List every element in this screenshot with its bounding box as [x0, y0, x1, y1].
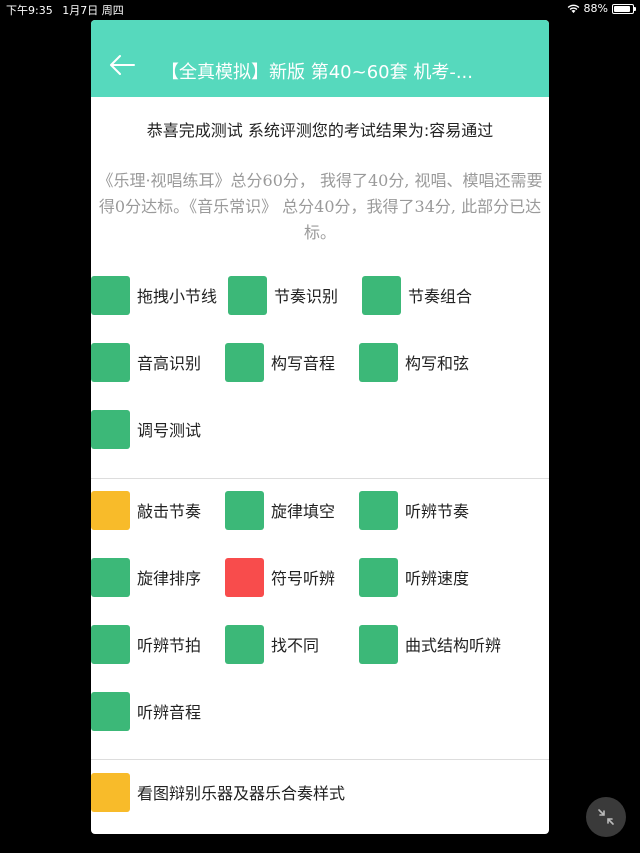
- status-swatch: [91, 691, 130, 731]
- section-divider: [91, 759, 549, 760]
- status-date: 1月7日 周四: [62, 4, 124, 17]
- status-swatch: [225, 624, 264, 664]
- category-label: 构写和弦: [405, 354, 470, 373]
- category-item[interactable]: 构写音程: [225, 342, 335, 382]
- category-label: 调号测试: [137, 421, 202, 440]
- category-item[interactable]: 看图辩别乐器及器乐合奏样式: [91, 772, 345, 812]
- category-item[interactable]: 音高识别: [91, 342, 201, 382]
- battery-percent: 88%: [583, 2, 608, 15]
- collapse-button[interactable]: [586, 797, 626, 837]
- status-swatch: [91, 409, 130, 449]
- page-title: 【全真模拟】新版 第40~60套 机考-...: [161, 62, 473, 83]
- status-swatch: [359, 557, 398, 597]
- category-label: 听辨节奏: [405, 502, 470, 521]
- category-item[interactable]: 旋律填空: [225, 490, 335, 530]
- status-swatch: [225, 557, 264, 597]
- nav-header: 【全真模拟】新版 第40~60套 机考-...: [91, 20, 549, 97]
- status-swatch: [91, 490, 130, 530]
- category-item[interactable]: 敲击节奏: [91, 490, 201, 530]
- category-label: 曲式结构听辨: [405, 636, 502, 655]
- collapse-icon: [598, 809, 614, 825]
- category-item[interactable]: 拖拽小节线: [91, 275, 217, 315]
- category-item[interactable]: 节奏识别: [228, 275, 338, 315]
- status-right: 88%: [567, 2, 636, 15]
- status-swatch: [91, 624, 130, 664]
- category-label: 找不同: [271, 636, 320, 655]
- category-label: 看图辩别乐器及器乐合奏样式: [137, 784, 346, 803]
- category-item[interactable]: 找不同: [225, 624, 319, 664]
- status-swatch: [91, 275, 130, 315]
- category-label: 旋律填空: [271, 502, 336, 521]
- category-item[interactable]: 旋律排序: [91, 557, 201, 597]
- status-left: 下午9:35 1月7日 周四: [6, 2, 130, 18]
- category-label: 听辨速度: [405, 569, 470, 588]
- status-swatch: [228, 275, 267, 315]
- battery-icon: [612, 3, 636, 14]
- status-swatch: [225, 490, 264, 530]
- category-item[interactable]: 听辨速度: [359, 557, 469, 597]
- category-item[interactable]: 符号听辨: [225, 557, 335, 597]
- category-label: 旋律排序: [137, 569, 202, 588]
- category-item[interactable]: 听辨节奏: [359, 490, 469, 530]
- result-text: 恭喜完成测试 系统评测您的考试结果为:容易通过: [146, 121, 494, 140]
- status-swatch: [91, 772, 130, 812]
- score-summary: 《乐理·视唱练耳》总分60分， 我得了40分, 视唱、模唱还需要得0分达标。《音…: [97, 171, 543, 242]
- status-swatch: [362, 275, 401, 315]
- category-item[interactable]: 曲式结构听辨: [359, 624, 501, 664]
- status-swatch: [359, 490, 398, 530]
- category-label: 节奏组合: [408, 287, 473, 306]
- category-item[interactable]: 听辨音程: [91, 691, 201, 731]
- category-label: 听辨节拍: [137, 636, 202, 655]
- status-swatch: [91, 557, 130, 597]
- category-label: 听辨音程: [137, 703, 202, 722]
- category-label: 敲击节奏: [137, 502, 202, 521]
- status-bar: 下午9:35 1月7日 周四 88%: [0, 0, 640, 18]
- status-swatch: [91, 342, 130, 382]
- result-card: 【全真模拟】新版 第40~60套 机考-... 恭喜完成测试 系统评测您的考试结…: [91, 20, 549, 834]
- section-divider: [91, 478, 549, 479]
- category-item[interactable]: 构写和弦: [359, 342, 469, 382]
- category-label: 构写音程: [271, 354, 336, 373]
- status-swatch: [359, 342, 398, 382]
- wifi-icon: [567, 4, 579, 13]
- status-time: 下午9:35: [6, 4, 53, 17]
- category-label: 节奏识别: [274, 287, 339, 306]
- status-swatch: [225, 342, 264, 382]
- category-label: 符号听辨: [271, 569, 336, 588]
- category-item[interactable]: 调号测试: [91, 409, 201, 449]
- status-swatch: [359, 624, 398, 664]
- category-label: 拖拽小节线: [137, 287, 218, 306]
- category-item[interactable]: 节奏组合: [362, 275, 472, 315]
- category-item[interactable]: 听辨节拍: [91, 624, 201, 664]
- arrow-left-icon[interactable]: [107, 50, 137, 80]
- category-label: 音高识别: [137, 354, 202, 373]
